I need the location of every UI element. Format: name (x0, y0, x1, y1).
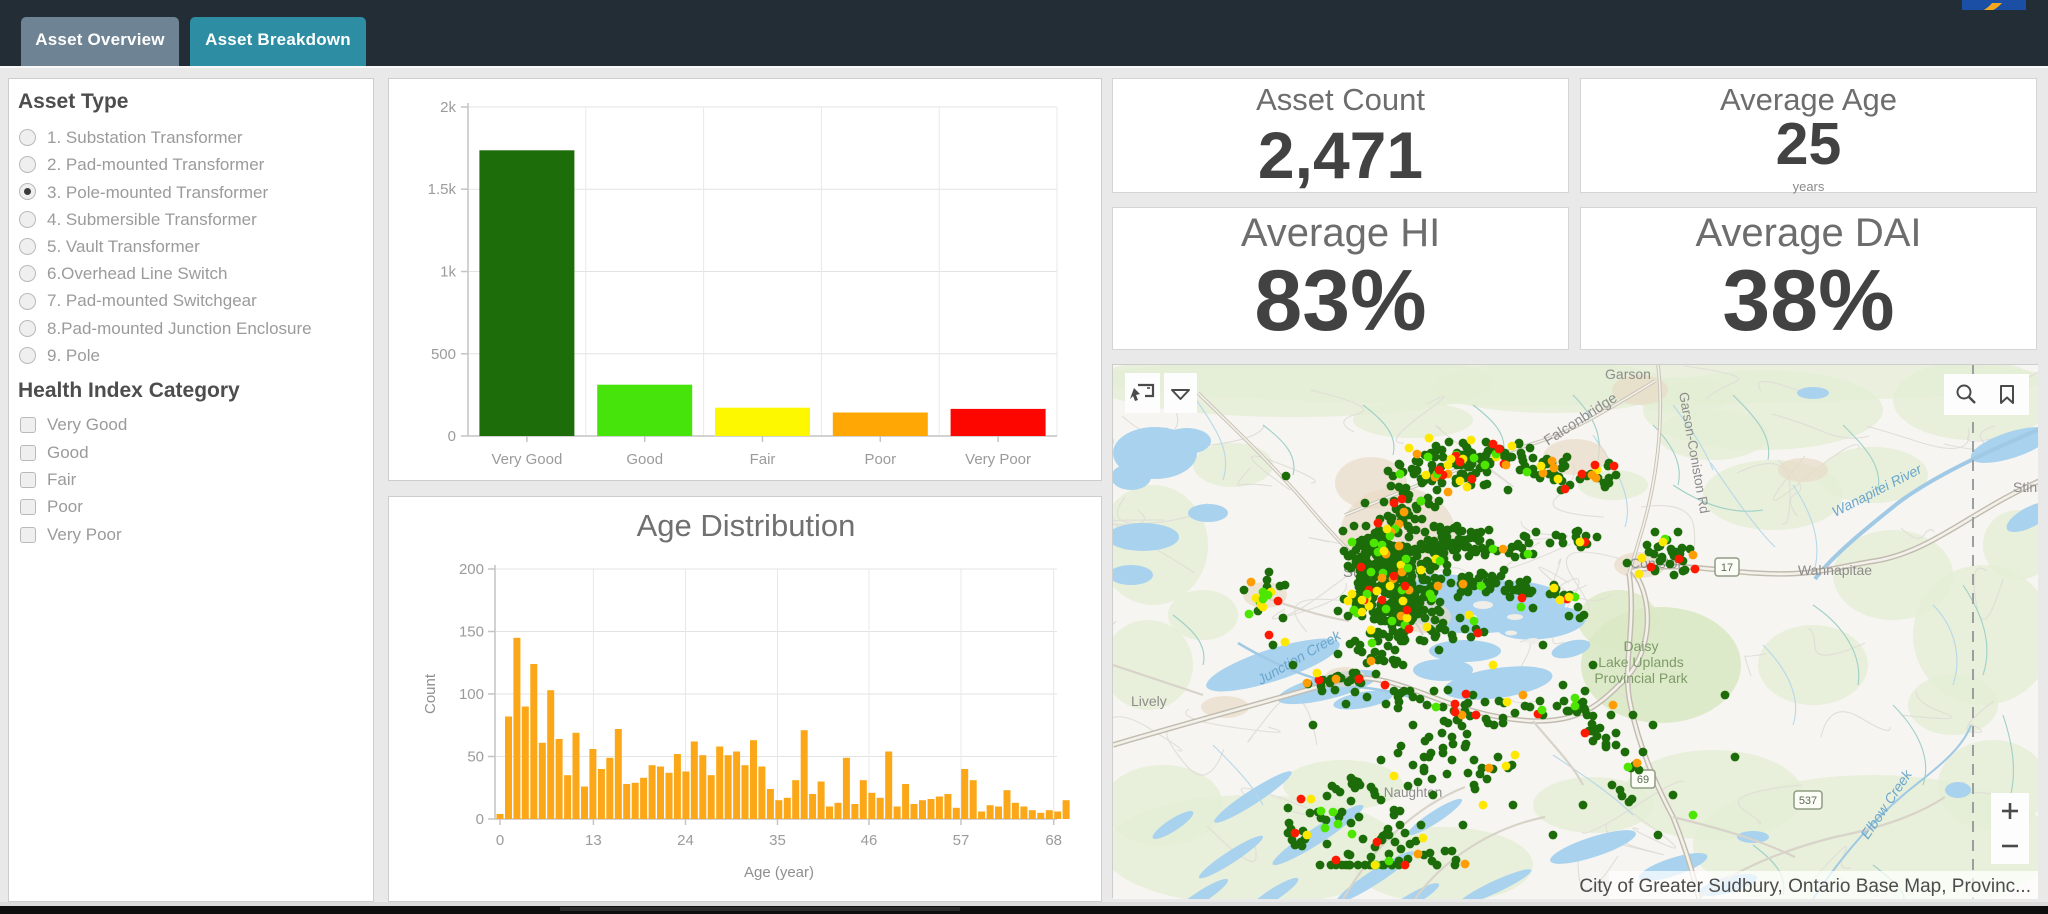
svg-text:0: 0 (476, 811, 484, 828)
svg-text:Wahnapitae: Wahnapitae (1798, 562, 1872, 578)
svg-text:46: 46 (861, 832, 878, 849)
svg-text:13: 13 (585, 832, 602, 849)
svg-text:Garson: Garson (1605, 366, 1651, 382)
svg-text:Daisy: Daisy (1623, 638, 1658, 654)
svg-text:City of Greater Sudbury, Ontar: City of Greater Sudbury, Ontario Base Ma… (1579, 876, 2031, 897)
svg-text:50: 50 (467, 749, 484, 766)
svg-text:2k: 2k (440, 99, 456, 116)
svg-text:Poor: Poor (864, 451, 896, 468)
svg-text:200: 200 (459, 561, 484, 578)
svg-text:Age (year): Age (year) (744, 864, 814, 881)
svg-text:57: 57 (953, 832, 970, 849)
svg-text:35: 35 (769, 832, 786, 849)
svg-text:Stinson: Stinson (2013, 479, 2038, 495)
svg-text:537: 537 (1799, 795, 1817, 807)
svg-text:69: 69 (1637, 774, 1649, 786)
svg-text:500: 500 (431, 346, 456, 363)
svg-text:1.5k: 1.5k (428, 181, 457, 198)
svg-text:Lake Uplands: Lake Uplands (1598, 654, 1684, 670)
svg-text:Very Good: Very Good (491, 451, 562, 468)
svg-text:Count: Count (422, 673, 439, 714)
svg-text:Good: Good (626, 451, 663, 468)
svg-text:100: 100 (459, 686, 484, 703)
svg-text:Fair: Fair (750, 451, 776, 468)
svg-text:68: 68 (1045, 832, 1062, 849)
svg-text:150: 150 (459, 624, 484, 641)
svg-text:24: 24 (677, 832, 694, 849)
svg-text:Age Distribution: Age Distribution (637, 508, 856, 543)
svg-text:1k: 1k (440, 264, 456, 281)
svg-text:Very Poor: Very Poor (965, 451, 1031, 468)
svg-text:0: 0 (496, 832, 504, 849)
svg-text:0: 0 (448, 428, 456, 445)
svg-text:Provincial Park: Provincial Park (1594, 670, 1688, 686)
svg-text:Lively: Lively (1131, 693, 1167, 709)
svg-text:17: 17 (1721, 562, 1733, 574)
